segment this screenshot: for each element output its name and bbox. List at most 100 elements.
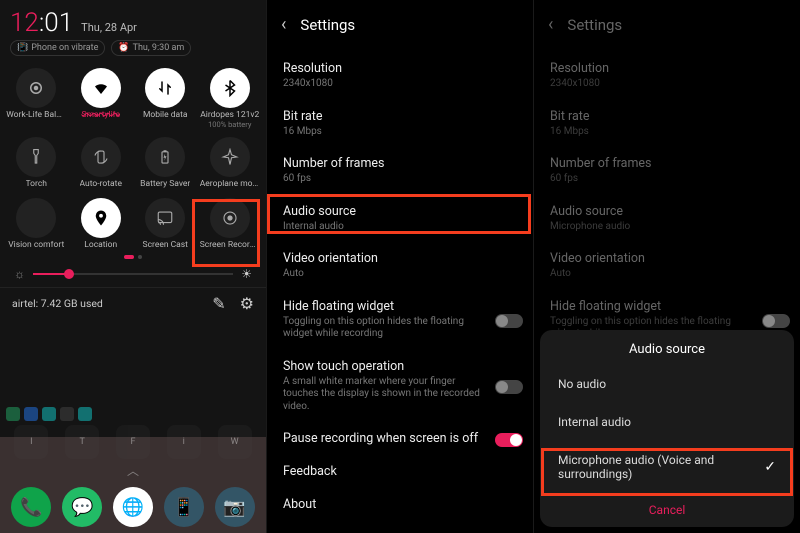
toggle-switch[interactable] xyxy=(495,314,523,328)
setting-row[interactable]: About xyxy=(267,489,533,522)
dialog-option-label: No audio xyxy=(558,377,606,391)
gear-icon[interactable]: ⚙ xyxy=(240,294,254,313)
dialog-option[interactable]: Internal audio xyxy=(540,403,794,441)
bluetooth-icon xyxy=(210,68,250,108)
brightness-row: ☼ ☀ xyxy=(0,263,266,285)
qs-tile-label: Work-Life Balance xyxy=(6,111,66,120)
chip-text: Thu, 9:30 am xyxy=(133,43,185,53)
wifi-icon xyxy=(81,68,121,108)
setting-title: Number of frames xyxy=(550,156,784,171)
status-line: 12:01 Thu, 28 Apr xyxy=(0,0,266,40)
toggle-switch[interactable] xyxy=(495,433,523,447)
app-drawer-handle[interactable]: ︿ xyxy=(127,462,139,479)
torch-icon xyxy=(16,137,56,177)
brightness-slider[interactable] xyxy=(33,273,233,275)
qs-tile-wifi[interactable]: Smartylife xyxy=(69,64,134,129)
dock-app[interactable]: 📱 xyxy=(164,487,204,527)
data-row-icons: ✎ ⚙ xyxy=(212,294,254,313)
qs-tile-cast[interactable]: Screen Cast xyxy=(133,194,198,250)
qs-tile-airplane[interactable]: Aeroplane mode xyxy=(198,133,263,189)
dock-app[interactable]: 🌐 xyxy=(113,487,153,527)
homescreen-app[interactable]: i xyxy=(167,425,201,459)
edit-icon[interactable]: ✎ xyxy=(212,294,225,313)
dock-app[interactable]: 📞 xyxy=(11,487,51,527)
setting-row[interactable]: Pause recording when screen is off xyxy=(267,423,533,456)
chip-text: Phone on vibrate xyxy=(31,43,98,53)
dialog-option[interactable]: No audio xyxy=(540,365,794,403)
qs-tile-label: Vision comfort xyxy=(8,241,64,250)
qs-tile-record[interactable]: Screen Recorder xyxy=(198,194,263,250)
qs-tile-torch[interactable]: Torch xyxy=(4,133,69,189)
setting-row: Audio sourceMicrophone audio xyxy=(534,196,800,244)
setting-row[interactable]: Feedback xyxy=(267,456,533,489)
moon-icon xyxy=(16,198,56,238)
settings-list-dimmed: Resolution2340x1080Bit rate16 MbpsNumber… xyxy=(534,53,800,351)
qs-tile-location[interactable]: Location xyxy=(69,194,134,250)
setting-title: Number of frames xyxy=(283,156,517,171)
mobiledata-icon xyxy=(145,68,185,108)
setting-subtitle: 16 Mbps xyxy=(283,126,493,139)
setting-row[interactable]: Show touch operationA small white marker… xyxy=(267,351,533,424)
data-usage-row: airtel: 7.42 GB used ✎ ⚙ xyxy=(0,287,266,323)
dialog-option-label: Internal audio xyxy=(558,415,631,429)
qs-tile-mobiledata[interactable]: Mobile data xyxy=(133,64,198,129)
qs-tile-night[interactable]: Work-Life Balance xyxy=(4,64,69,129)
cast-icon xyxy=(145,198,185,238)
dock-app[interactable]: 💬 xyxy=(62,487,102,527)
quick-settings-grid: Work-Life Balance Smartylife Mobile dataAi… xyxy=(0,62,266,252)
setting-subtitle: A small white marker where your finger t… xyxy=(283,376,493,414)
setting-subtitle: Internal audio xyxy=(283,221,493,234)
qs-tile-bluetooth[interactable]: Airdopes 121v2100% battery xyxy=(198,64,263,129)
setting-subtitle: 2340x1080 xyxy=(283,78,493,91)
homescreen-app-row: ITFiW xyxy=(0,425,266,459)
homescreen-app[interactable]: F xyxy=(116,425,150,459)
homescreen-app[interactable]: T xyxy=(65,425,99,459)
chip-icon: 📳 xyxy=(17,43,28,53)
setting-title: Bit rate xyxy=(283,109,517,124)
setting-row[interactable]: Bit rate 16 Mbps xyxy=(267,101,533,149)
location-icon xyxy=(81,198,121,238)
setting-subtitle: 2340x1080 xyxy=(550,78,760,91)
setting-title: Audio source xyxy=(283,204,517,219)
record-icon xyxy=(210,198,250,238)
setting-row[interactable]: Audio source Internal audio xyxy=(267,196,533,244)
clock: 12:01 xyxy=(10,8,73,38)
clock-mm: :01 xyxy=(39,8,73,38)
page-dot-active xyxy=(124,255,134,259)
setting-row[interactable]: Resolution 2340x1080 xyxy=(267,53,533,101)
qs-tile-label: Torch xyxy=(26,180,47,189)
dock-app[interactable]: 📷 xyxy=(215,487,255,527)
date-label: Thu, 28 Apr xyxy=(81,21,137,34)
brightness-thumb[interactable] xyxy=(64,269,74,279)
airplane-icon xyxy=(210,137,250,177)
qs-tile-label: Aeroplane mode xyxy=(200,180,260,189)
setting-row[interactable]: Number of frames 60 fps xyxy=(267,148,533,196)
setting-subtitle: 60 fps xyxy=(550,173,760,186)
qs-tile-battery[interactable]: Battery Saver xyxy=(133,133,198,189)
quick-settings-panel: 12:01 Thu, 28 Apr 📳Phone on vibrate ⏰Thu,… xyxy=(0,0,266,533)
cancel-button[interactable]: Cancel xyxy=(540,493,794,521)
qs-tile-autorotate[interactable]: Auto-rotate xyxy=(69,133,134,189)
settings-list: Resolution 2340x1080 Bit rate 16 Mbps Number… xyxy=(267,53,533,522)
setting-row[interactable]: Hide floating widgetToggling on this opt… xyxy=(267,291,533,351)
homescreen-app[interactable]: W xyxy=(218,425,252,459)
setting-title: Resolution xyxy=(283,61,517,76)
back-icon[interactable]: ‹ xyxy=(281,14,286,35)
settings-header: ‹ Settings xyxy=(534,0,800,53)
setting-subtitle: 16 Mbps xyxy=(550,126,760,139)
dimmed-background: ‹ Settings Resolution2340x1080Bit rate16… xyxy=(534,0,800,351)
qs-tile-label: Smartylife xyxy=(81,111,120,120)
dialog-option[interactable]: Microphone audio (Voice and surroundings… xyxy=(540,441,794,493)
check-icon: ✓ xyxy=(764,459,776,475)
data-usage-text: airtel: 7.42 GB used xyxy=(12,297,103,310)
settings-panel: ‹ Settings Resolution2340x1080Bit rate16… xyxy=(266,0,533,533)
setting-subtitle: 60 fps xyxy=(283,173,493,186)
qs-tile-moon[interactable]: Vision comfort xyxy=(4,194,69,250)
pager[interactable] xyxy=(0,252,266,263)
homescreen-app[interactable]: I xyxy=(14,425,48,459)
status-chip[interactable]: 📳Phone on vibrate xyxy=(10,40,105,56)
status-chip[interactable]: ⏰Thu, 9:30 am xyxy=(111,40,191,56)
setting-row[interactable]: Video orientationAuto xyxy=(267,243,533,291)
qs-tile-label: Location xyxy=(84,241,117,250)
toggle-switch[interactable] xyxy=(495,380,523,394)
